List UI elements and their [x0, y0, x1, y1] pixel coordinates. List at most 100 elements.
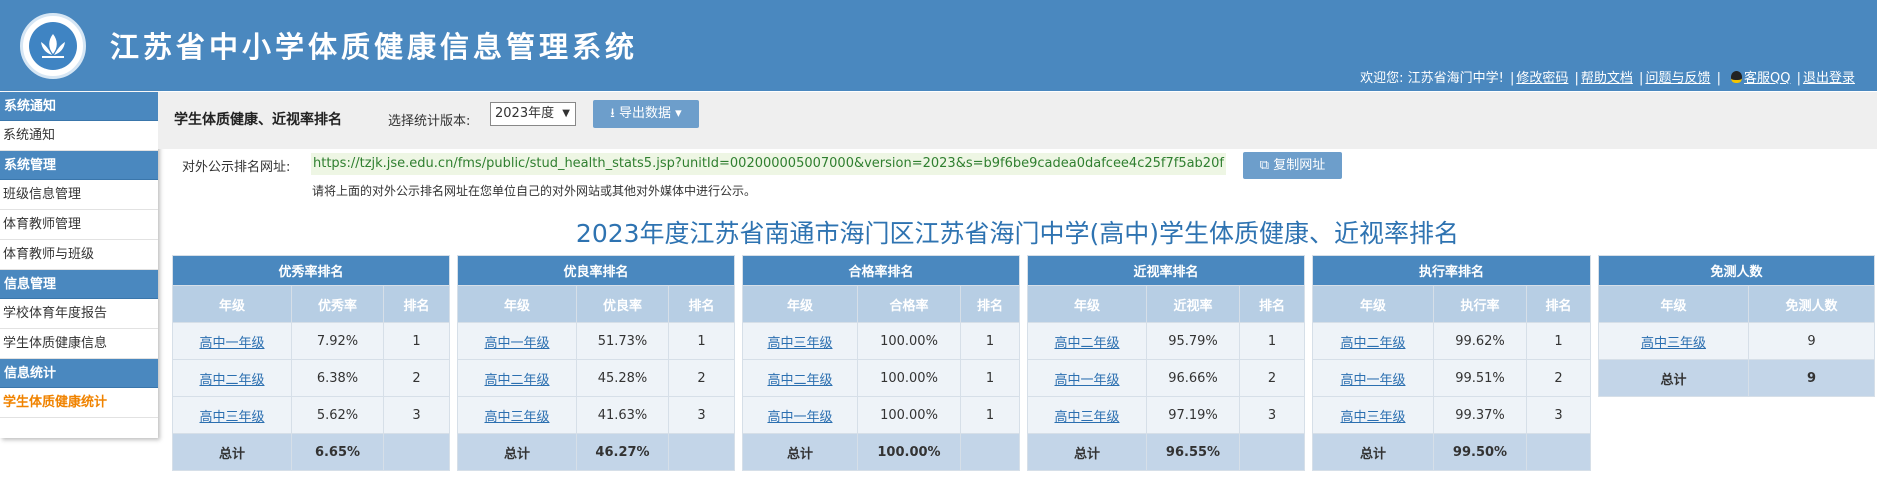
- column-header: 优秀率: [291, 285, 384, 323]
- total-row: 总计 99.50%: [1312, 433, 1591, 471]
- rate-cell: 99.62%: [1433, 322, 1527, 360]
- table-row: 高中三年级 41.63% 3: [457, 396, 735, 434]
- grade-link[interactable]: 高中二年级: [199, 373, 264, 388]
- report-title: 2023年度江苏省南通市海门区江苏省海门中学(高中)学生体质健康、近视率排名: [575, 219, 1460, 248]
- table-caption: 近视率排名: [1027, 255, 1305, 286]
- caret-down-icon: ▾: [675, 106, 682, 121]
- column-header: 执行率: [1433, 285, 1527, 323]
- rate-cell: 45.28%: [576, 359, 669, 397]
- exemption-count-table: 免测人数 年级 免测人数 高中三年级 9 总计 9: [1598, 255, 1875, 397]
- total-value: 100.00%: [857, 433, 961, 471]
- grade-link[interactable]: 高中三年级: [1340, 410, 1405, 425]
- grade-link[interactable]: 高中三年级: [1641, 336, 1706, 351]
- version-select[interactable]: 2023年度 ▼: [490, 102, 576, 126]
- sidebar-group-stats[interactable]: 信息统计: [0, 359, 158, 388]
- column-header: 排名: [960, 285, 1020, 323]
- table-row: 高中二年级 95.79% 1: [1027, 322, 1305, 360]
- toolbar: 学生体质健康、近视率排名 选择统计版本: 2023年度 ▼ ⭳ 导出数据 ▾: [158, 92, 1877, 149]
- table-row: 高中三年级 97.19% 3: [1027, 396, 1305, 434]
- sidebar-group-notice[interactable]: 系统通知: [0, 92, 158, 121]
- help-docs-link[interactable]: 帮助文档: [1581, 71, 1633, 86]
- rate-cell: 5.62%: [291, 396, 384, 434]
- version-label: 选择统计版本:: [388, 114, 471, 129]
- grade-link[interactable]: 高中二年级: [767, 373, 832, 388]
- total-value: 99.50%: [1433, 433, 1527, 471]
- rate-cell: 7.92%: [291, 322, 384, 360]
- version-select-value: 2023年度: [495, 106, 555, 121]
- total-label: 总计: [1312, 433, 1434, 471]
- sidebar-item-notice[interactable]: 系统通知: [0, 121, 158, 151]
- grade-link[interactable]: 高中三年级: [484, 410, 549, 425]
- logout-link[interactable]: 退出登录: [1803, 71, 1855, 86]
- sidebar-item-teacher-class[interactable]: 体育教师与班级: [0, 240, 158, 270]
- lotus-logo-icon: [41, 34, 65, 58]
- total-label: 总计: [1598, 359, 1749, 397]
- rank-cell: 2: [383, 359, 450, 397]
- grade-link[interactable]: 高中二年级: [1054, 336, 1119, 351]
- column-header: 优良率: [576, 285, 669, 323]
- grade-link[interactable]: 高中三年级: [1054, 410, 1119, 425]
- table-row: 高中三年级 100.00% 1: [742, 322, 1020, 360]
- public-url-note: 请将上面的对外公示排名网址在您单位自己的对外网站或其他对外媒体中进行公示。: [312, 184, 757, 198]
- feedback-link[interactable]: 问题与反馈: [1645, 71, 1710, 86]
- column-header: 免测人数: [1748, 285, 1875, 323]
- rank-cell: 2: [1526, 359, 1591, 397]
- total-rank: [1526, 433, 1591, 471]
- export-data-button[interactable]: ⭳ 导出数据 ▾: [593, 100, 699, 128]
- grade-link[interactable]: 高中一年级: [1054, 373, 1119, 388]
- rate-cell: 100.00%: [857, 322, 961, 360]
- table-row: 高中一年级 100.00% 1: [742, 396, 1020, 434]
- sidebar-item-health-info[interactable]: 学生体质健康信息: [0, 329, 158, 359]
- rate-cell: 51.73%: [576, 322, 669, 360]
- total-row: 总计 46.27%: [457, 433, 735, 471]
- rank-cell: 1: [960, 396, 1020, 434]
- grade-link[interactable]: 高中一年级: [1340, 373, 1405, 388]
- user-bar: 欢迎您: 江苏省海门中学! | 修改密码 | 帮助文档 | 问题与反馈 | 客服QQ |…: [1360, 71, 1855, 86]
- table-caption: 执行率排名: [1312, 255, 1591, 286]
- rank-cell: 3: [1526, 396, 1591, 434]
- rank-cell: 1: [960, 359, 1020, 397]
- sidebar-item-health-stats[interactable]: 学生体质健康统计: [0, 388, 158, 418]
- total-label: 总计: [742, 433, 858, 471]
- support-qq-link[interactable]: 客服QQ: [1744, 71, 1790, 86]
- sidebar-group-system[interactable]: 系统管理: [0, 151, 158, 180]
- grade-link[interactable]: 高中一年级: [199, 336, 264, 351]
- rate-cell: 100.00%: [857, 359, 961, 397]
- grade-link[interactable]: 高中二年级: [484, 373, 549, 388]
- sidebar-item-class-management[interactable]: 班级信息管理: [0, 180, 158, 210]
- sidebar-group-info[interactable]: 信息管理: [0, 270, 158, 299]
- total-value: 9: [1748, 359, 1875, 397]
- site-title: 江苏省中小学体质健康信息管理系统: [110, 30, 639, 64]
- table-row: 高中一年级 51.73% 1: [457, 322, 735, 360]
- column-header: 近视率: [1146, 285, 1240, 323]
- sidebar-item-teacher-management[interactable]: 体育教师管理: [0, 210, 158, 240]
- rate-cell: 95.79%: [1146, 322, 1240, 360]
- grade-link[interactable]: 高中三年级: [767, 336, 832, 351]
- table-row: 高中三年级 99.37% 3: [1312, 396, 1591, 434]
- grade-link[interactable]: 高中一年级: [767, 410, 832, 425]
- rate-cell: 6.38%: [291, 359, 384, 397]
- grade-link[interactable]: 高中三年级: [199, 410, 264, 425]
- rank-cell: 3: [1239, 396, 1305, 434]
- total-rank: [668, 433, 735, 471]
- copy-url-button[interactable]: ⧉ 复制网址: [1243, 152, 1342, 179]
- rank-cell: 2: [1239, 359, 1305, 397]
- rank-cell: 3: [668, 396, 735, 434]
- export-data-label: 导出数据: [619, 106, 672, 121]
- column-header: 排名: [668, 285, 735, 323]
- download-icon: ⭳: [610, 106, 615, 121]
- grade-link[interactable]: 高中二年级: [1340, 336, 1405, 351]
- total-row: 总计 6.65%: [172, 433, 450, 471]
- grade-link[interactable]: 高中一年级: [484, 336, 549, 351]
- column-header: 年级: [742, 285, 858, 323]
- table-row: 高中二年级 100.00% 1: [742, 359, 1020, 397]
- sidebar-item-annual-report[interactable]: 学校体育年度报告: [0, 299, 158, 329]
- public-url-field[interactable]: https://tzjk.jse.edu.cn/fms/public/stud_…: [311, 153, 1226, 175]
- public-url-label: 对外公示排名网址:: [182, 160, 291, 175]
- good-rate-table: 优良率排名 年级 优良率 排名 高中一年级 51.73% 1 高中二年级 45.…: [457, 255, 735, 471]
- rank-cell: 3: [383, 396, 450, 434]
- change-password-link[interactable]: 修改密码: [1516, 71, 1568, 86]
- rank-cell: 2: [668, 359, 735, 397]
- column-header: 排名: [1239, 285, 1305, 323]
- rank-cell: 1: [383, 322, 450, 360]
